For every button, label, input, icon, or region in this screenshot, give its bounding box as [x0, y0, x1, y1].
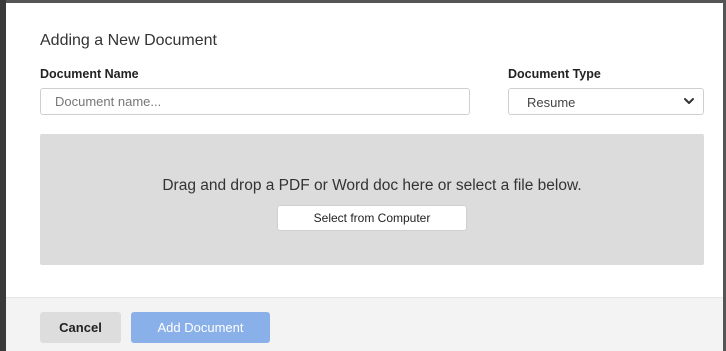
document-name-label: Document Name	[40, 67, 139, 81]
document-name-input[interactable]	[40, 88, 470, 115]
add-document-dialog: Adding a New Document Document Name Docu…	[6, 3, 723, 351]
select-from-computer-button[interactable]: Select from Computer	[277, 205, 467, 231]
add-document-button[interactable]: Add Document	[131, 312, 270, 343]
document-type-select[interactable]: Resume	[508, 88, 704, 115]
dropzone-message: Drag and drop a PDF or Word doc here or …	[162, 177, 582, 194]
dialog-footer: Cancel Add Document	[6, 297, 723, 351]
document-type-label: Document Type	[508, 67, 601, 81]
chevron-down-icon	[684, 98, 694, 104]
dialog-title: Adding a New Document	[40, 32, 217, 49]
cancel-button[interactable]: Cancel	[40, 312, 121, 343]
file-dropzone[interactable]: Drag and drop a PDF or Word doc here or …	[40, 134, 704, 265]
window-frame: Adding a New Document Document Name Docu…	[0, 0, 726, 351]
document-type-selected-value: Resume	[527, 95, 576, 110]
